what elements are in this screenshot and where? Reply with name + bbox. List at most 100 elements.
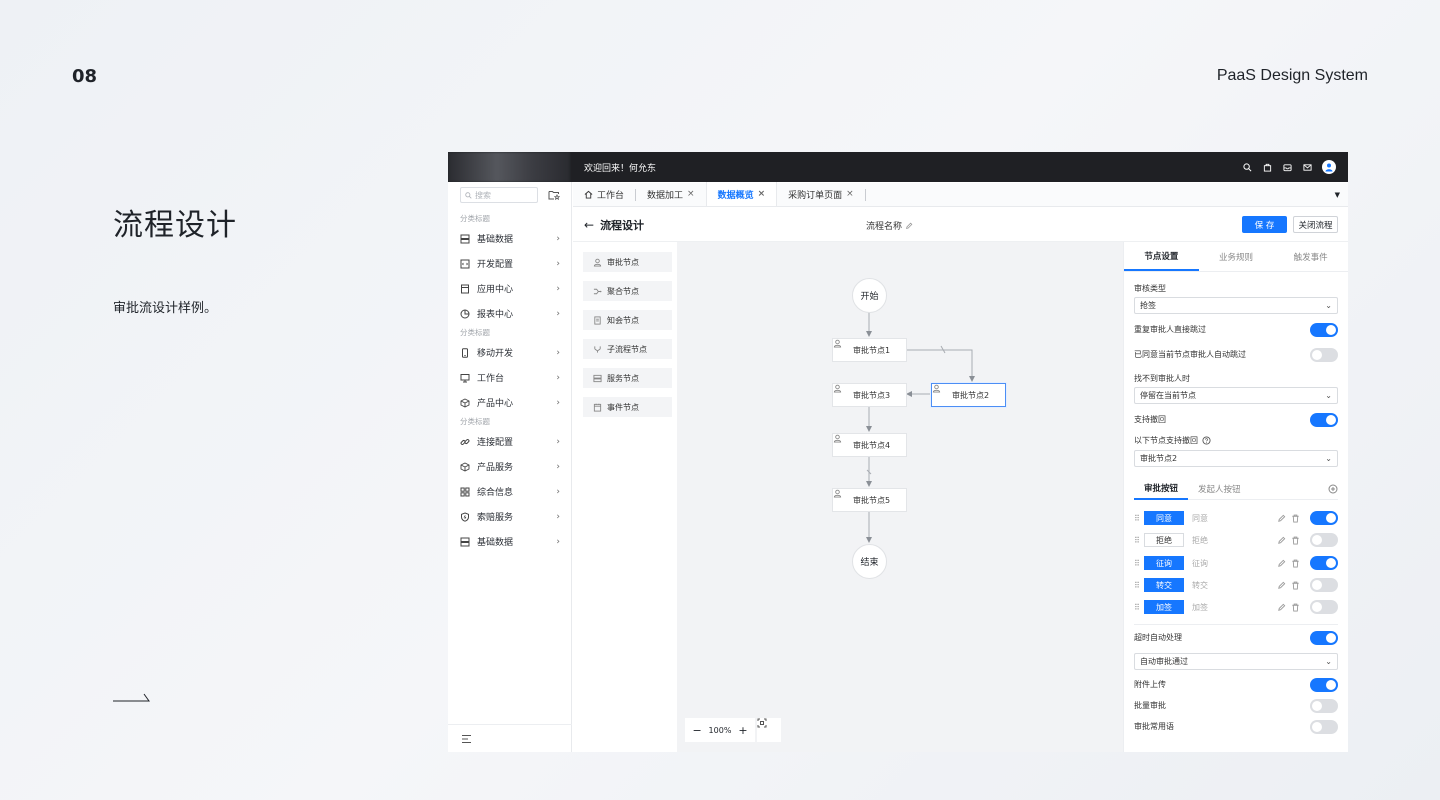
sidebar-item[interactable]: 移动开发 › [448, 340, 572, 365]
button-chip[interactable]: 征询 [1144, 556, 1184, 570]
approval-node-3[interactable]: 审批节点3 [832, 383, 907, 407]
tab-label: 采购订单页面 [788, 190, 843, 201]
button-toggle[interactable] [1310, 511, 1338, 525]
drag-handle-icon[interactable]: ⠿ [1134, 603, 1144, 612]
tab-data-overview[interactable]: 数据概览 × [705, 182, 778, 206]
zoom-out-icon[interactable]: − [692, 724, 701, 737]
chevron-down-icon: ⌄ [1325, 454, 1332, 463]
save-button[interactable]: 保 存 [1242, 216, 1287, 233]
palette-node[interactable]: 服务节点 [583, 368, 672, 388]
sidebar-item[interactable]: 基础数据 › [448, 226, 572, 251]
attach-toggle[interactable] [1310, 678, 1338, 692]
withdraw-toggle[interactable] [1310, 413, 1338, 427]
palette-node[interactable]: 知会节点 [583, 310, 672, 330]
phrases-toggle[interactable] [1310, 720, 1338, 734]
sidebar-item[interactable]: 工作台 › [448, 365, 572, 390]
tab-approval-buttons[interactable]: 审批按钮 [1134, 478, 1189, 500]
flow-name[interactable]: 流程名称 [866, 219, 913, 232]
button-chip[interactable]: 加签 [1144, 600, 1184, 614]
button-toggle[interactable] [1310, 533, 1338, 547]
button-toggle[interactable] [1310, 600, 1338, 614]
delete-icon[interactable] [1291, 559, 1300, 568]
sidebar-item[interactable]: 连接配置 › [448, 429, 572, 454]
sidebar: 搜索 分类标题 基础数据 › 开发配置 › 应用中心 › 报表中心 › 分类标题 … [448, 182, 572, 752]
sidebar-item[interactable]: 报表中心 › [448, 301, 572, 326]
drag-handle-icon[interactable]: ⠿ [1134, 581, 1144, 590]
withdraw-nodes-label-row: 以下节点支持撤回 [1134, 435, 1338, 446]
select-value: 审批节点2 [1140, 454, 1178, 463]
delete-icon[interactable] [1291, 581, 1300, 590]
button-name: 转交 [1192, 580, 1208, 590]
sidebar-search-input[interactable]: 搜索 [460, 187, 538, 203]
palette-node[interactable]: 聚合节点 [583, 281, 672, 301]
approval-type-select[interactable]: 抢签 ⌄ [1134, 297, 1338, 314]
delete-icon[interactable] [1291, 603, 1300, 612]
delete-icon[interactable] [1291, 514, 1300, 523]
not-found-select[interactable]: 停留在当前节点 ⌄ [1134, 387, 1338, 404]
flow-canvas[interactable]: 开始 审批节点1 审批节点2 审批节点3 审批节点4 审批节点5 结束 − 10… [677, 242, 1123, 752]
start-node[interactable]: 开始 [852, 278, 887, 313]
close-icon[interactable]: × [687, 189, 695, 199]
close-icon[interactable]: × [758, 189, 766, 199]
auto-skip-toggle[interactable] [1310, 348, 1338, 362]
sidebar-item[interactable]: 基础数据 › [448, 529, 572, 554]
caret-down-icon[interactable]: ▼ [1335, 191, 1348, 199]
sidebar-item[interactable]: 索赔服务 › [448, 504, 572, 529]
edit-icon[interactable] [1277, 514, 1286, 523]
delete-icon[interactable] [1291, 536, 1300, 545]
drag-handle-icon[interactable]: ⠿ [1134, 536, 1144, 545]
edit-icon[interactable] [1277, 559, 1286, 568]
close-flow-button[interactable]: 关闭流程 [1293, 216, 1338, 233]
avatar[interactable] [1322, 160, 1336, 174]
mail-icon[interactable] [1302, 162, 1312, 172]
end-node[interactable]: 结束 [852, 544, 887, 579]
edit-icon[interactable] [905, 222, 913, 230]
timeout-toggle[interactable] [1310, 631, 1338, 645]
approval-node-1[interactable]: 审批节点1 [832, 338, 907, 362]
tab-home[interactable]: 工作台 [573, 182, 635, 206]
button-chip[interactable]: 同意 [1144, 511, 1184, 525]
folder-star-icon[interactable] [548, 189, 560, 201]
help-icon[interactable] [1202, 436, 1211, 445]
withdraw-nodes-select[interactable]: 审批节点2 ⌄ [1134, 450, 1338, 467]
button-toggle[interactable] [1310, 556, 1338, 570]
inbox-icon[interactable] [1282, 162, 1292, 172]
tab-initiator-buttons[interactable]: 发起人按钮 [1188, 478, 1251, 500]
tab-node-settings[interactable]: 节点设置 [1124, 242, 1199, 271]
withdraw-label: 支持撤回 [1134, 415, 1166, 424]
tab-trigger-events[interactable]: 触发事件 [1273, 242, 1348, 271]
button-chip[interactable]: 转交 [1144, 578, 1184, 592]
repeat-skip-toggle[interactable] [1310, 323, 1338, 337]
add-circle-icon[interactable] [1328, 484, 1338, 494]
bag-icon[interactable] [1262, 162, 1272, 172]
tab-business-rules[interactable]: 业务规则 [1199, 242, 1274, 271]
palette-node[interactable]: 审批节点 [583, 252, 672, 272]
approval-node-5[interactable]: 审批节点5 [832, 488, 907, 512]
approval-node-4[interactable]: 审批节点4 [832, 433, 907, 457]
timeout-select[interactable]: 自动审批通过 ⌄ [1134, 653, 1338, 670]
palette-node[interactable]: 子流程节点 [583, 339, 672, 359]
search-icon[interactable] [1242, 162, 1252, 172]
approval-node-2[interactable]: 审批节点2 [931, 383, 1006, 407]
zoom-in-icon[interactable]: + [738, 724, 747, 737]
button-chip[interactable]: 拒绝 [1144, 533, 1184, 547]
sidebar-item[interactable]: 应用中心 › [448, 276, 572, 301]
sidebar-item[interactable]: 产品服务 › [448, 454, 572, 479]
palette-node[interactable]: 事件节点 [583, 397, 672, 417]
tab-data-processing[interactable]: 数据加工 × [636, 182, 706, 206]
close-icon[interactable]: × [846, 189, 854, 199]
drag-handle-icon[interactable]: ⠿ [1134, 514, 1144, 523]
sidebar-item[interactable]: 开发配置 › [448, 251, 572, 276]
tab-purchase-order[interactable]: 采购订单页面 × [777, 182, 865, 206]
edit-icon[interactable] [1277, 536, 1286, 545]
sidebar-item[interactable]: 产品中心 › [448, 390, 572, 415]
edit-icon[interactable] [1277, 581, 1286, 590]
back-arrow-icon[interactable]: ← [584, 218, 594, 232]
sidebar-collapse-button[interactable] [448, 724, 572, 752]
batch-toggle[interactable] [1310, 699, 1338, 713]
edit-icon[interactable] [1277, 603, 1286, 612]
drag-handle-icon[interactable]: ⠿ [1134, 559, 1144, 568]
button-toggle[interactable] [1310, 578, 1338, 592]
sidebar-item[interactable]: 综合信息 › [448, 479, 572, 504]
fit-view-button[interactable] [757, 718, 781, 742]
